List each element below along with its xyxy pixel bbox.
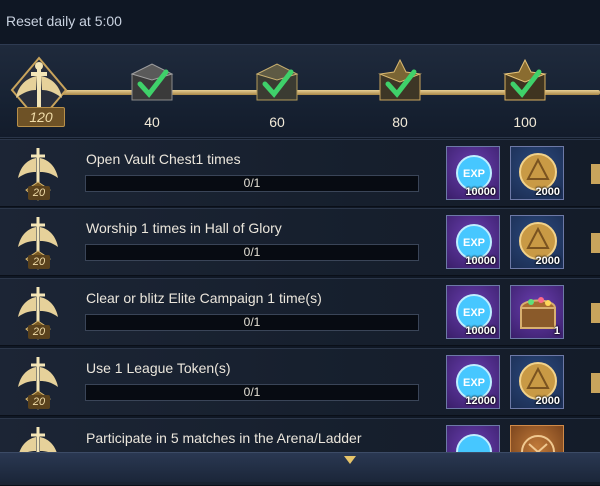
quest-row: 20 Clear or blitz Elite Campaign 1 time(… xyxy=(0,278,600,346)
reward-slot-gold[interactable]: 2000 xyxy=(510,355,564,409)
milestone-chest-40[interactable]: 40 xyxy=(120,58,184,138)
quest-progress-bar: 0/1 xyxy=(85,244,419,261)
claimed-chest-icon xyxy=(378,58,422,101)
reward-slot-exp[interactable]: EXP 10000 xyxy=(446,146,500,200)
milestone-value: 60 xyxy=(269,114,285,130)
quest-title: Use 1 League Token(s) xyxy=(86,360,231,376)
svg-text:EXP: EXP xyxy=(463,168,485,180)
reward-quantity: 10000 xyxy=(465,186,496,198)
claimed-chest-icon xyxy=(130,63,174,101)
milestone-chest-100[interactable]: 100 xyxy=(493,58,557,138)
quest-points-value: 20 xyxy=(28,186,50,200)
quest-action-tab[interactable] xyxy=(591,233,600,253)
quest-progress-text: 0/1 xyxy=(243,315,261,329)
activity-points-value: 120 xyxy=(17,107,65,127)
quest-title: Open Vault Chest1 times xyxy=(86,151,241,167)
reward-quantity: 2000 xyxy=(535,255,560,267)
milestone-value: 100 xyxy=(513,114,537,130)
quest-progress-bar: 0/1 xyxy=(85,175,419,192)
reward-slot-gold[interactable]: 2000 xyxy=(510,146,564,200)
quest-action-tab[interactable] xyxy=(591,373,600,393)
quest-points-value: 20 xyxy=(28,325,50,339)
quest-points-value: 20 xyxy=(28,255,50,269)
quest-action-tab[interactable] xyxy=(591,303,600,323)
svg-text:EXP: EXP xyxy=(463,307,485,319)
quest-progress-text: 0/1 xyxy=(243,176,261,190)
quest-points-value: 20 xyxy=(28,395,50,409)
reward-quantity: 12000 xyxy=(465,395,496,407)
quest-progress-text: 0/1 xyxy=(243,245,261,259)
quest-progress-bar: 0/1 xyxy=(85,384,419,401)
reset-timer-text: Reset daily at 5:00 xyxy=(6,13,122,29)
quest-progress-text: 0/1 xyxy=(243,385,261,399)
svg-text:EXP: EXP xyxy=(463,237,485,249)
quest-row: 20 Worship 1 times in Hall of Glory 0/1 … xyxy=(0,208,600,276)
reward-quantity: 10000 xyxy=(465,325,496,337)
reward-quantity: 2000 xyxy=(535,186,560,198)
reward-slot-gold[interactable]: 2000 xyxy=(510,215,564,269)
reward-slot-exp[interactable]: EXP 12000 xyxy=(446,355,500,409)
reward-slot-exp[interactable]: EXP 10000 xyxy=(446,215,500,269)
quest-title: Participate in 5 matches in the Arena/La… xyxy=(86,430,362,446)
milestone-chest-60[interactable]: 60 xyxy=(245,58,309,138)
milestone-value: 80 xyxy=(392,114,408,130)
bottom-scroll-bar xyxy=(0,452,600,482)
claimed-chest-icon xyxy=(255,63,299,101)
reward-quantity: 10000 xyxy=(465,255,496,267)
svg-text:EXP: EXP xyxy=(463,377,485,389)
quest-row: 20 Open Vault Chest1 times 0/1 EXP 10000… xyxy=(0,139,600,207)
milestone-chest-80[interactable]: 80 xyxy=(368,58,432,138)
reward-slot-chest[interactable]: 1 xyxy=(510,285,564,339)
reward-slot-exp[interactable]: EXP 10000 xyxy=(446,285,500,339)
claimed-chest-icon xyxy=(503,58,547,101)
quest-progress-bar: 0/1 xyxy=(85,314,419,331)
reward-quantity: 1 xyxy=(553,325,560,337)
quest-row: 20 Use 1 League Token(s) 0/1 EXP 12000 2… xyxy=(0,348,600,416)
quest-title: Clear or blitz Elite Campaign 1 time(s) xyxy=(86,290,322,306)
chevron-down-icon[interactable] xyxy=(343,455,357,465)
milestone-value: 40 xyxy=(144,114,160,130)
quest-action-tab[interactable] xyxy=(591,164,600,184)
reward-quantity: 2000 xyxy=(535,395,560,407)
quest-title: Worship 1 times in Hall of Glory xyxy=(86,220,282,236)
